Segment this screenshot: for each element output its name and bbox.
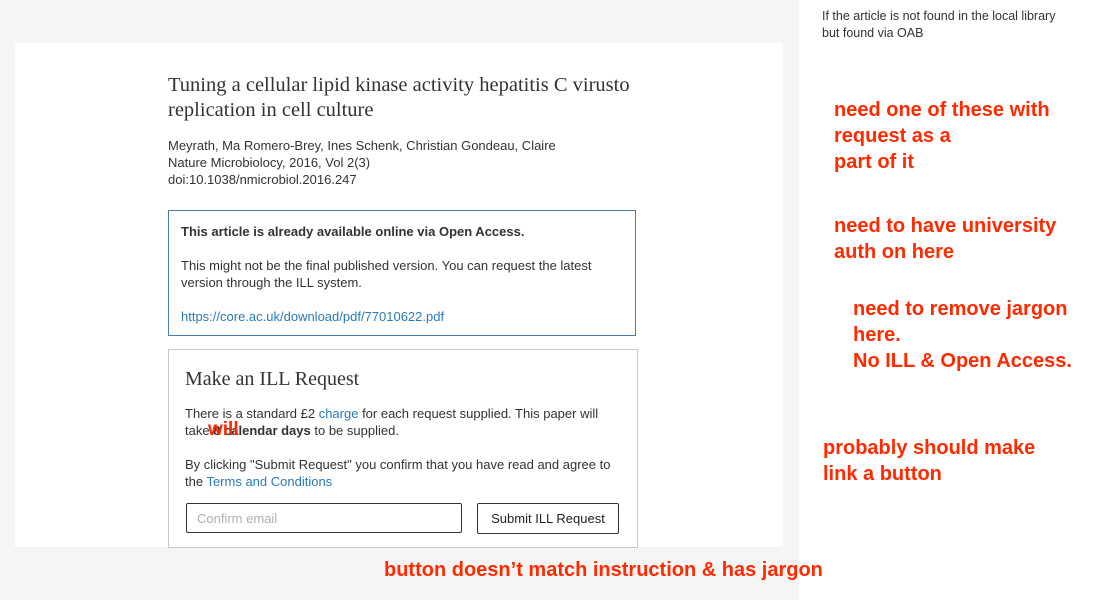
annotation-remove-jargon: need to remove jargon here. No ILL & Ope… <box>853 298 1072 372</box>
article-authors: Meyrath, Ma Romero-Brey, Ines Schenk, Ch… <box>168 138 556 153</box>
open-access-box: This article is already available online… <box>168 210 636 336</box>
terms-link[interactable]: Terms and Conditions <box>206 474 332 489</box>
fee-text-end: to be supplied. <box>310 423 399 438</box>
confirm-email-input[interactable] <box>186 503 462 533</box>
ill-confirm-text: By clicking "Submit Request" you confirm… <box>185 456 625 490</box>
annotation-button-mismatch: button doesn’t match instruction & has j… <box>384 559 823 581</box>
article-title: Tuning a cellular lipid kinase activity … <box>168 74 630 121</box>
annotation-link-button: probably should make link a button <box>823 437 1036 485</box>
article-journal: Nature Microbiolocy, 2016, Vol 2(3) <box>168 155 371 170</box>
side-note: If the article is not found in the local… <box>822 9 1056 40</box>
open-access-link[interactable]: https://core.ac.uk/download/pdf/77010622… <box>181 308 444 325</box>
submit-ill-request-button[interactable]: Submit ILL Request <box>477 503 619 534</box>
ill-request-box: Make an ILL Request There is a standard … <box>168 349 638 548</box>
annotation-inline-will: will <box>208 419 239 440</box>
open-access-body: This might not be the final published ve… <box>181 258 592 290</box>
open-access-headline: This article is already available online… <box>181 224 525 239</box>
charge-link[interactable]: charge <box>319 406 359 421</box>
article-meta: Meyrath, Ma Romero-Brey, Ines Schenk, Ch… <box>168 137 638 188</box>
ill-fee-text: There is a standard £2 charge for each r… <box>185 405 625 439</box>
article-doi: doi:10.1038/nmicrobiol.2016.247 <box>168 172 357 187</box>
fee-text-start: There is a standard £2 <box>185 406 319 421</box>
ill-request-heading: Make an ILL Request <box>185 368 360 390</box>
annotation-request-part: need one of these with request as a part… <box>834 99 1050 173</box>
annotation-university-auth: need to have university auth on here <box>834 215 1057 263</box>
